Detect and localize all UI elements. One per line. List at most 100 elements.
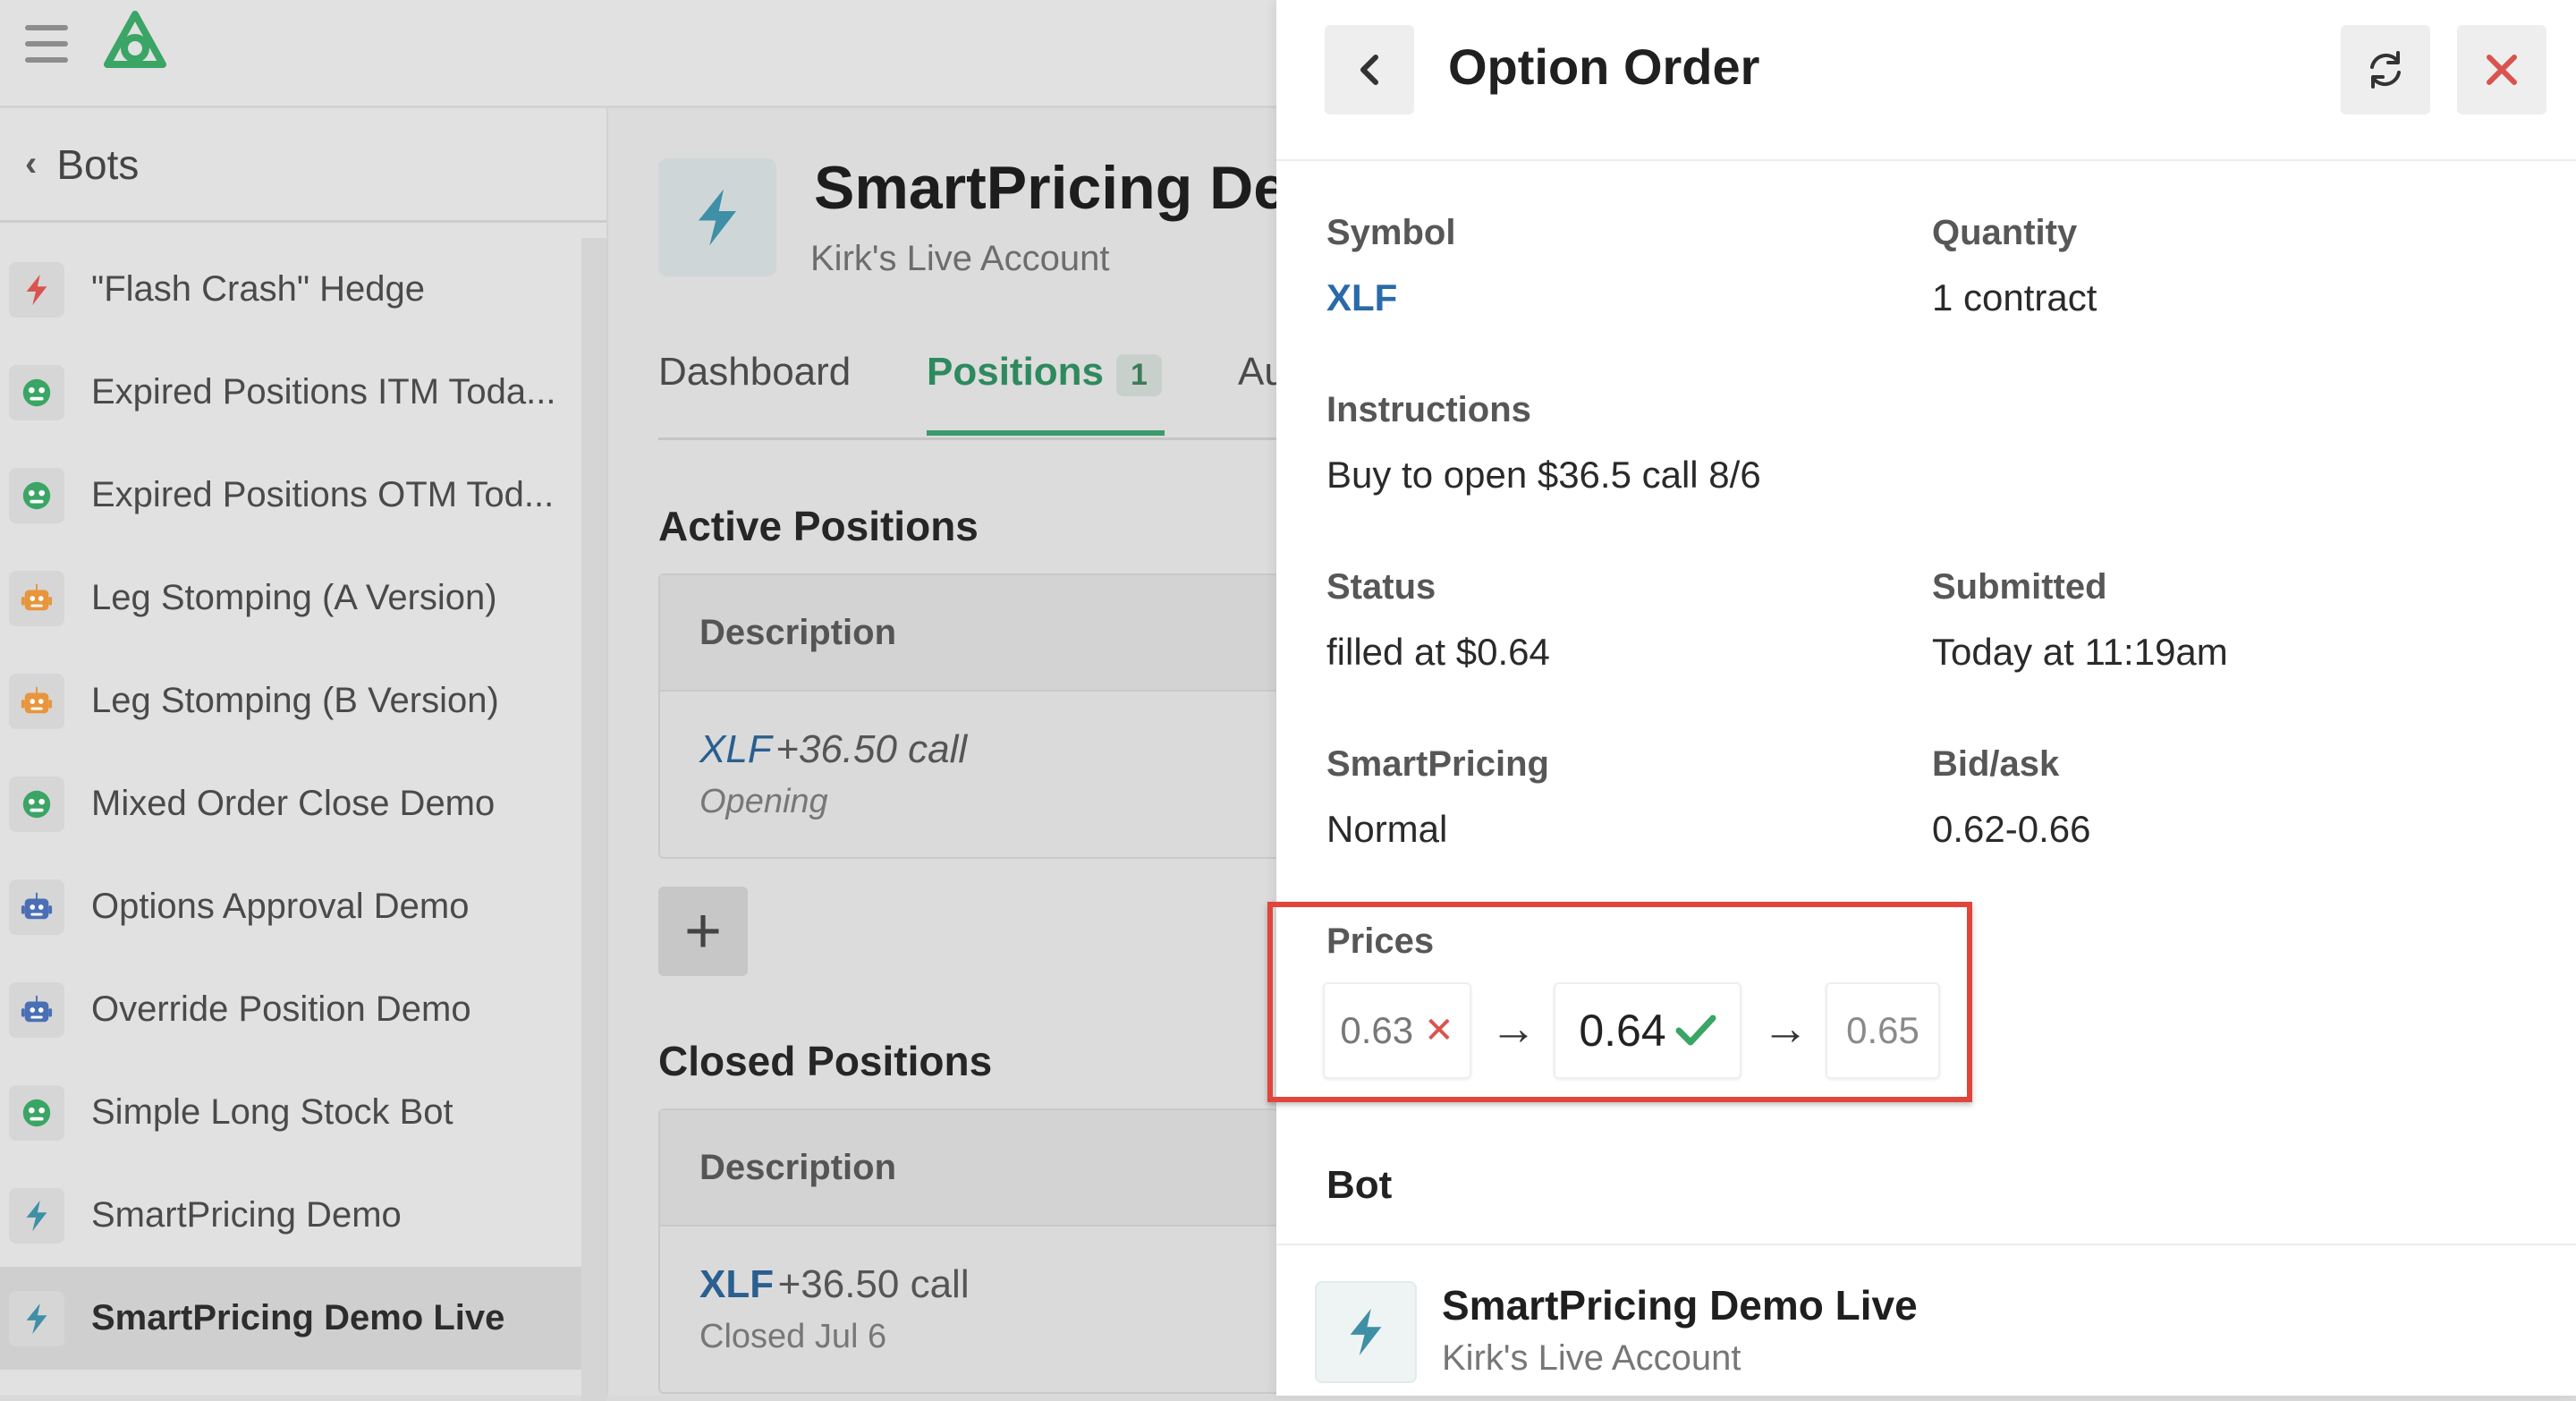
flash-icon	[1315, 1281, 1417, 1383]
position-symbol-link[interactable]: XLF	[699, 1262, 774, 1306]
quantity-field: Quantity 1 contract	[1932, 213, 2097, 319]
checkmark-icon	[1675, 1015, 1716, 1046]
instructions-field: Instructions Buy to open $36.5 call 8/6	[1326, 390, 1761, 497]
sidebar-item-bot[interactable]: SmartPricing Demo Live	[0, 1267, 581, 1370]
symbol-field: Symbol XLF	[1326, 213, 1455, 319]
app-logo-icon[interactable]	[100, 9, 170, 73]
table-header-description: Description	[660, 1110, 1276, 1227]
instructions-value: Buy to open $36.5 call 8/6	[1326, 454, 1761, 496]
tab-positions-label: Positions	[927, 350, 1105, 394]
sidebar-item-label: Mixed Order Close Demo	[91, 784, 496, 823]
robot-icon	[9, 673, 64, 729]
chevron-left-icon	[1360, 55, 1378, 85]
sidebar-item-label: Expired Positions ITM Toda...	[91, 372, 556, 412]
sidebar-scrollbar[interactable]	[581, 238, 606, 1401]
bots-back-label: Bots	[56, 140, 140, 188]
bidask-value: 0.62-0.66	[1932, 808, 2091, 850]
sidebar-item-bot[interactable]: Leg Stomping (B Version)	[0, 650, 581, 752]
chevron-left-icon: ‹	[25, 144, 38, 183]
divider	[1276, 1244, 2576, 1245]
sidebar-item-bot[interactable]: Mixed Order Close Demo	[0, 752, 581, 855]
add-position-button[interactable]: +	[658, 887, 748, 976]
tab-automation-label: Au	[1238, 350, 1276, 394]
flash-icon	[9, 1187, 64, 1244]
bot-tabs: Dashboard Positions 1 Au	[658, 332, 1276, 440]
sidebar-item-bot[interactable]: Expired Positions OTM Tod...	[0, 444, 581, 547]
robot-face-icon	[9, 364, 64, 420]
drawer-title: Option Order	[1448, 38, 1760, 95]
positions-count-badge: 1	[1116, 354, 1162, 396]
active-positions-heading: Active Positions	[658, 503, 979, 549]
sidebar-item-bot[interactable]: Expired Positions ITM Toda...	[0, 341, 581, 444]
sidebar-item-bot[interactable]: Override Position Demo	[0, 958, 581, 1061]
bot-name-link[interactable]: SmartPricing Demo Live	[1442, 1281, 1918, 1329]
sidebar-item-bot[interactable]: Options Approval Demo	[0, 855, 581, 958]
sidebar-item-bot[interactable]: "Flash Crash" Hedge	[0, 238, 581, 341]
close-icon	[2487, 55, 2517, 85]
sidebar-item-bot[interactable]: Leg Stomping (A Version)	[0, 547, 581, 650]
flash-icon	[658, 158, 776, 276]
hamburger-menu-icon[interactable]	[25, 25, 68, 63]
sidebar-item-label: SmartPricing Demo Live	[91, 1298, 505, 1337]
position-detail: +36.50 call	[777, 1262, 970, 1306]
position-symbol-link[interactable]: XLF	[699, 727, 772, 771]
bot-account: Kirk's Live Account	[1442, 1338, 1741, 1378]
instructions-label: Instructions	[1326, 390, 1531, 429]
prices-label: Prices	[1326, 921, 1435, 961]
tab-positions[interactable]: Positions 1	[927, 350, 1162, 396]
robot-icon	[9, 879, 64, 935]
robot-icon	[9, 570, 64, 626]
robot-face-icon	[9, 467, 64, 523]
robot-icon	[9, 981, 64, 1038]
refresh-button[interactable]	[2341, 25, 2430, 115]
sidebar-item-label: Simple Long Stock Bot	[91, 1092, 453, 1132]
quantity-value: 1 contract	[1932, 276, 2097, 318]
sidebar-item-label: Leg Stomping (A Version)	[91, 578, 497, 617]
top-bar	[0, 0, 1276, 108]
sidebar-item-label: SmartPricing Demo	[91, 1195, 402, 1235]
status-value: filled at $0.64	[1326, 631, 1550, 673]
bots-sidebar: ‹ Bots "Flash Crash" Hedge Expired Positi…	[0, 108, 608, 1401]
active-tab-indicator	[927, 430, 1165, 436]
close-button[interactable]	[2457, 25, 2546, 115]
position-detail: +36.50 call	[775, 727, 968, 771]
sidebar-item-bot[interactable]: SmartPricing Demo	[0, 1164, 581, 1267]
closed-positions-heading: Closed Positions	[658, 1038, 993, 1084]
position-status: Closed Jul 6	[699, 1318, 887, 1355]
symbol-label: Symbol	[1326, 213, 1456, 252]
smartpricing-label: SmartPricing	[1326, 744, 1549, 784]
sidebar-item-label: "Flash Crash" Hedge	[91, 269, 426, 309]
price-step-filled: 0.64	[1554, 982, 1741, 1079]
price-value: 0.65	[1846, 1009, 1919, 1051]
status-label: Status	[1326, 567, 1436, 607]
price-step-rejected: 0.63 ✕	[1323, 982, 1471, 1079]
bots-back-link[interactable]: ‹ Bots	[0, 108, 606, 223]
tab-dashboard[interactable]: Dashboard	[658, 350, 851, 395]
price-value: 0.64	[1579, 1006, 1666, 1056]
bot-section-heading: Bot	[1326, 1163, 1393, 1207]
smartpricing-value: Normal	[1326, 808, 1448, 850]
sidebar-item-label: Override Position Demo	[91, 989, 471, 1029]
status-field: Status filled at $0.64	[1326, 567, 1550, 674]
table-row[interactable]: XLF +36.50 call Closed Jul 6	[660, 1227, 1276, 1392]
bidask-field: Bid/ask 0.62-0.66	[1932, 744, 2090, 851]
robot-face-icon	[9, 1084, 64, 1141]
sidebar-item-label: Options Approval Demo	[91, 887, 470, 926]
bot-title: SmartPricing De	[814, 154, 1276, 222]
back-button[interactable]	[1325, 25, 1414, 115]
sidebar-item-bot[interactable]: Simple Long Stock Bot	[0, 1061, 581, 1164]
tab-automation[interactable]: Au	[1238, 350, 1276, 395]
price-step-pending: 0.65	[1826, 982, 1940, 1079]
bot-detail-panel: SmartPricing De Kirk's Live Account Dash…	[608, 108, 1276, 1396]
robot-face-icon	[9, 776, 64, 832]
table-header-description: Description	[660, 575, 1276, 692]
position-status: Opening	[699, 783, 828, 820]
submitted-value: Today at 11:19am	[1932, 631, 2228, 673]
bidask-label: Bid/ask	[1932, 744, 2060, 784]
submitted-label: Submitted	[1932, 567, 2107, 607]
quantity-label: Quantity	[1932, 213, 2078, 252]
table-row[interactable]: XLF +36.50 call Opening	[660, 692, 1276, 857]
smartpricing-field: SmartPricing Normal	[1326, 744, 1549, 851]
symbol-link[interactable]: XLF	[1326, 276, 1455, 319]
arrow-right-icon: →	[1490, 1003, 1537, 1055]
